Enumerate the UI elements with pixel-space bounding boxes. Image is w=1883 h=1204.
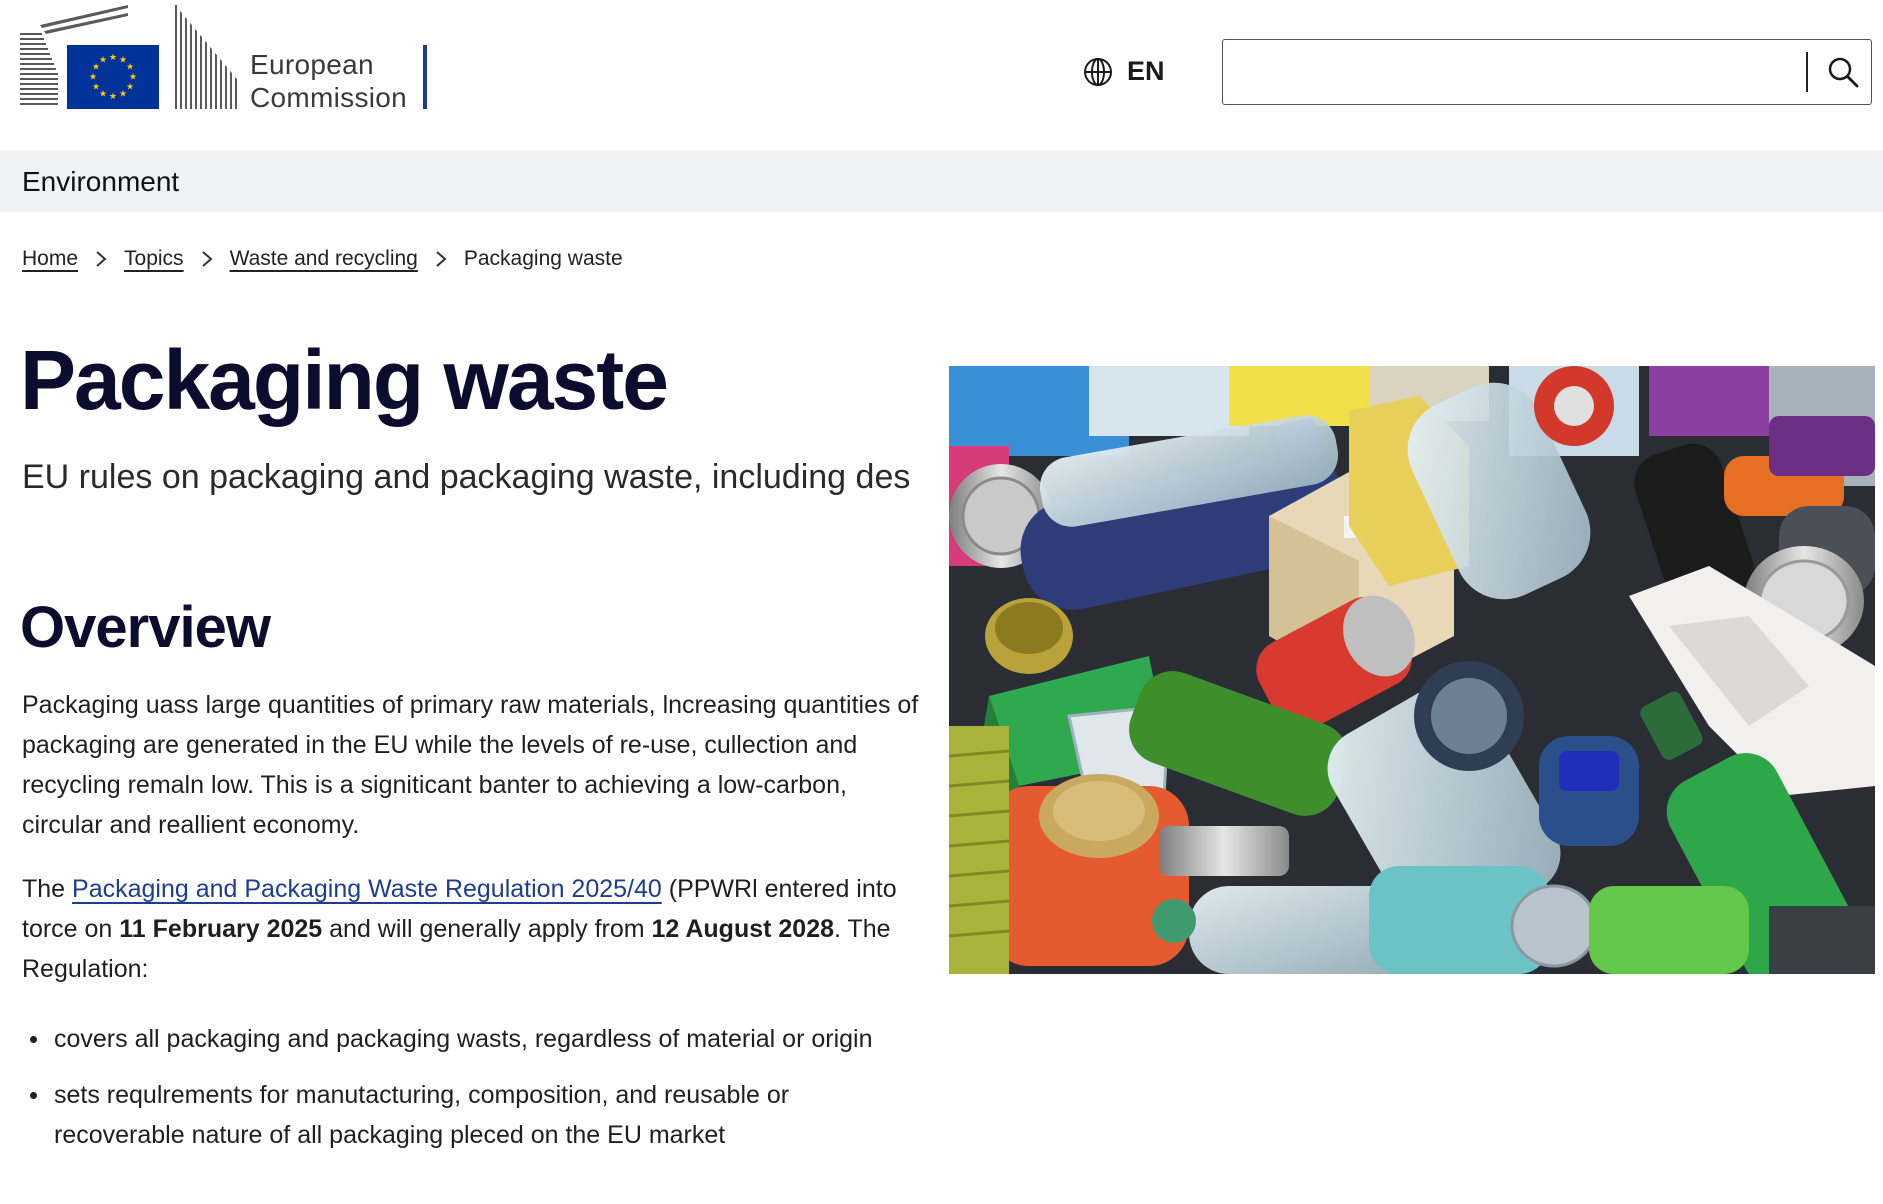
breadcrumb: Home Topics Waste and recycling Packagin…: [22, 247, 623, 271]
regulation-bullet-list: covers all packaging and packaging wasts…: [22, 1019, 902, 1171]
overview-heading: Overview: [20, 595, 271, 660]
svg-text:★: ★: [126, 63, 134, 73]
svg-text:★: ★: [99, 90, 107, 100]
breadcrumb-waste-and-recycling[interactable]: Waste and recycling: [230, 247, 418, 271]
overview-paragraph: Packaging uass large quantities of prima…: [22, 691, 919, 839]
svg-text:★: ★: [89, 73, 97, 83]
entry-into-force-date: 11 February 2025: [119, 915, 323, 943]
para-text: and will generally apply from: [322, 915, 652, 943]
svg-text:★: ★: [109, 92, 117, 102]
para-text: The: [22, 875, 73, 903]
site-header: ★ ★ ★ ★ ★ ★ ★ ★ ★ ★ ★ ★ European Commiss…: [0, 0, 1883, 150]
application-date: 12 August 2028: [651, 915, 835, 943]
chevron-right-icon: [434, 250, 448, 268]
site-name[interactable]: Environment: [22, 166, 179, 198]
breadcrumb-current: Packaging waste: [463, 247, 623, 270]
svg-text:★: ★: [109, 53, 117, 63]
list-item: covers all packaging and packaging wasts…: [22, 1019, 902, 1059]
breadcrumb-topics[interactable]: Topics: [124, 247, 184, 271]
search-button[interactable]: [1818, 46, 1868, 98]
logo-line-2: Commission: [250, 82, 408, 113]
search-icon: [1828, 57, 1859, 88]
chevron-right-icon: [94, 250, 108, 268]
regulation-link[interactable]: Packaging and Packaging Waste Regulation…: [72, 875, 662, 903]
svg-text:★: ★: [92, 83, 100, 93]
logo-line-1: European: [250, 49, 374, 80]
svg-text:★: ★: [129, 73, 137, 83]
page-lead: EU rules on packaging and packaging wast…: [22, 458, 911, 496]
svg-text:★: ★: [126, 83, 134, 93]
search-divider: [1806, 52, 1808, 92]
logo-divider: [423, 45, 427, 109]
site-name-bar: Environment: [0, 150, 1883, 212]
breadcrumb-home[interactable]: Home: [22, 247, 78, 271]
language-code: EN: [1127, 56, 1165, 86]
packaging-waste-image: [949, 366, 1875, 974]
search-input[interactable]: [1233, 46, 1807, 98]
search-box: [1222, 39, 1872, 105]
list-item: sets requlrements for manutacturing, com…: [22, 1075, 902, 1155]
svg-text:★: ★: [119, 90, 127, 100]
globe-icon: [1084, 57, 1112, 86]
logo-wordmark: European Commission: [250, 48, 407, 114]
svg-text:★: ★: [99, 56, 107, 66]
language-selector[interactable]: EN: [1083, 56, 1165, 87]
page-title: Packaging waste: [20, 333, 669, 427]
regulation-paragraph: The Packaging and Packaging Waste Regula…: [22, 869, 922, 989]
chevron-right-icon: [200, 250, 214, 268]
